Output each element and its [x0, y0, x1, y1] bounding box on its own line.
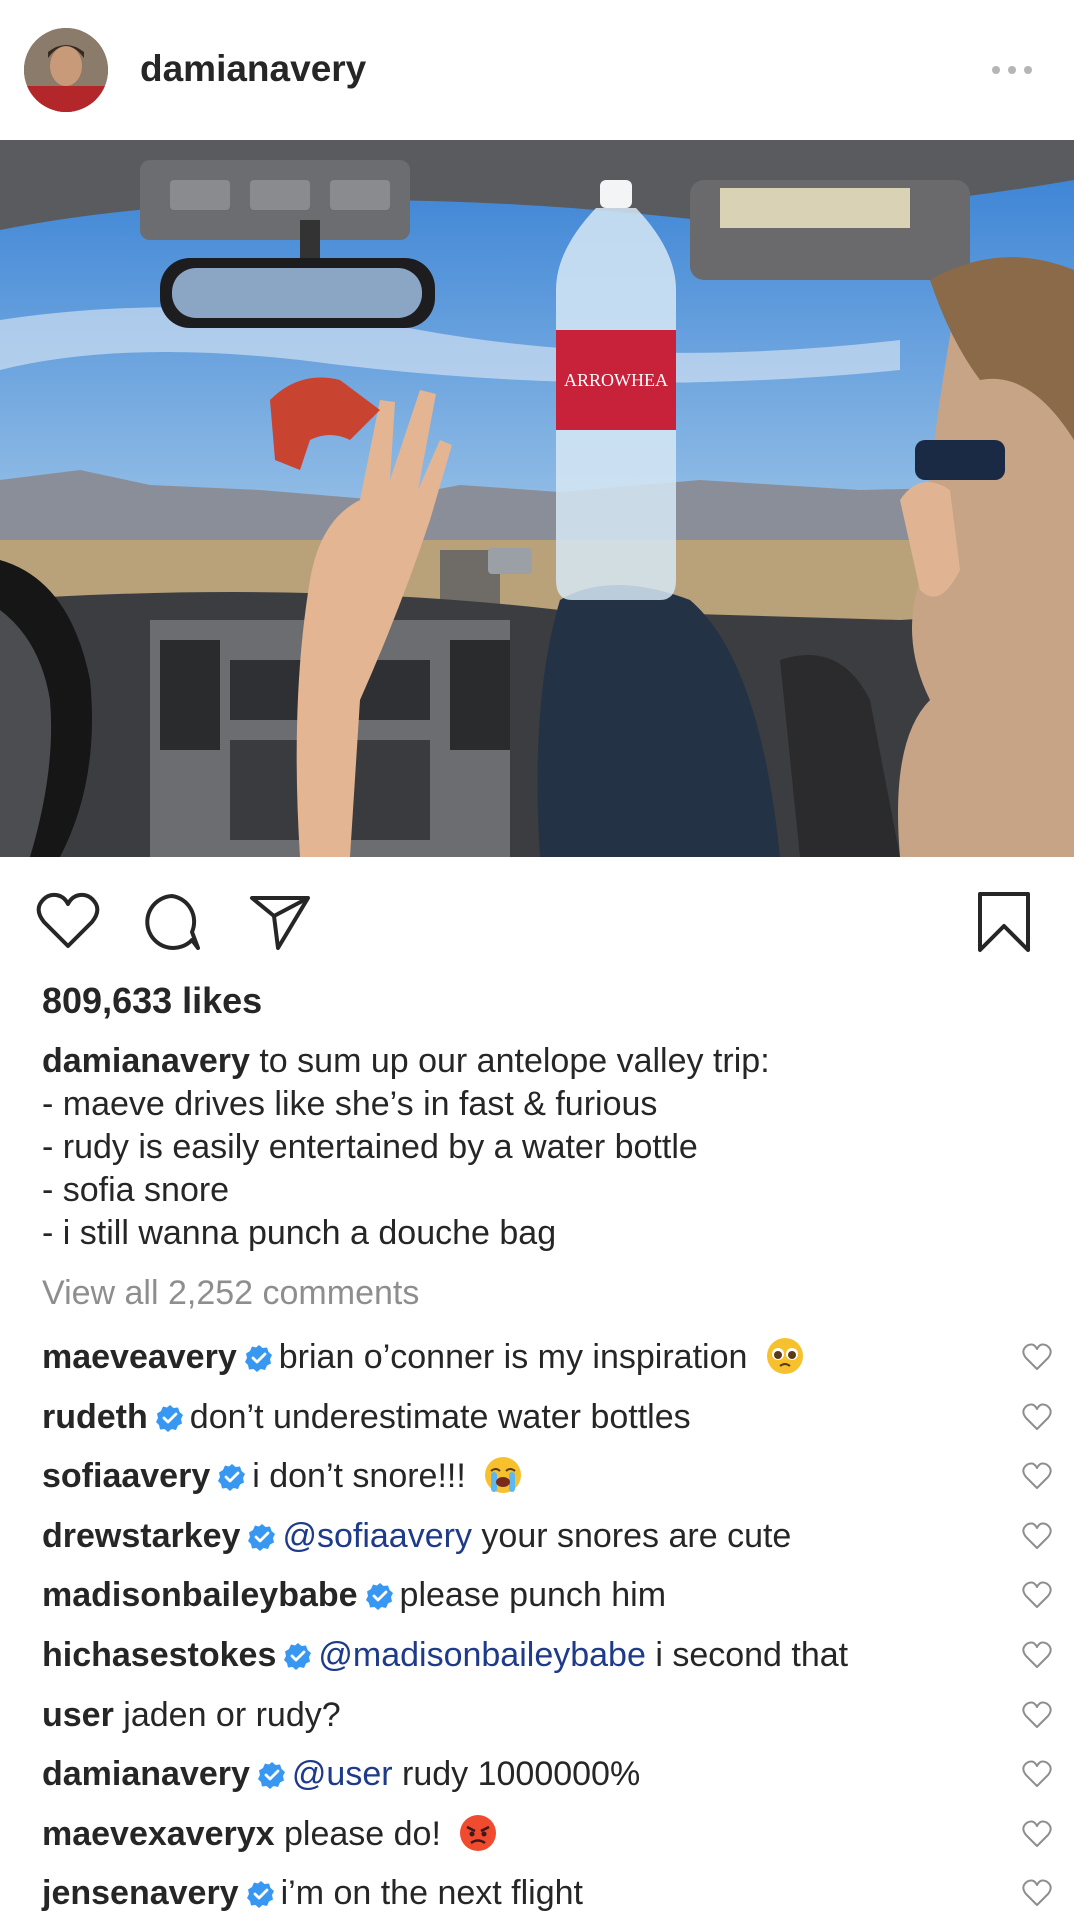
heart-outline-icon[interactable]: [1022, 1581, 1052, 1609]
heart-outline-icon[interactable]: [1022, 1879, 1052, 1907]
heart-outline-icon[interactable]: [1022, 1641, 1052, 1669]
comment-row: rudeth don’t underestimate water bottles: [42, 1388, 1052, 1448]
post-header: damianavery: [0, 0, 1074, 140]
verified-badge-icon: [257, 1762, 285, 1790]
comment-username[interactable]: maevexaveryx: [42, 1815, 275, 1853]
comment-text: i’m on the next flight: [280, 1874, 583, 1913]
post-caption: damianavery to sum up our antelope valle…: [42, 1040, 1042, 1255]
comment-text: rudy 1000000%: [402, 1755, 641, 1794]
comment-username[interactable]: rudeth: [42, 1398, 148, 1436]
verified-badge-icon: [365, 1583, 393, 1611]
comment-mention[interactable]: @sofiaavery: [282, 1517, 471, 1555]
comment-text: please punch him: [399, 1576, 667, 1615]
comment-username[interactable]: hichasestokes: [42, 1636, 276, 1674]
heart-outline-icon[interactable]: [1022, 1403, 1052, 1431]
heart-outline-icon[interactable]: [1022, 1701, 1052, 1729]
action-bar: [0, 890, 1074, 960]
angry-face-icon: [460, 1814, 497, 1851]
comment-username[interactable]: sofiaavery: [42, 1457, 210, 1495]
caption-line: - rudy is easily entertained by a water …: [42, 1128, 698, 1166]
comment-username[interactable]: jensenavery: [42, 1874, 239, 1912]
caption-line: - maeve drives like she’s in fast & furi…: [42, 1085, 658, 1123]
caption-line: - i still wanna punch a douche bag: [42, 1214, 557, 1252]
comment-username[interactable]: drewstarkey: [42, 1517, 240, 1555]
caption-line: - sofia snore: [42, 1171, 230, 1209]
comment-row: user jaden or rudy?: [42, 1686, 1052, 1746]
comment-row: jensenavery i’m on the next flight: [42, 1864, 1052, 1924]
heart-outline-icon[interactable]: [36, 892, 100, 955]
post-username[interactable]: damianavery: [140, 48, 366, 90]
heart-outline-icon[interactable]: [1022, 1522, 1052, 1550]
comment-username[interactable]: damianavery: [42, 1755, 250, 1793]
comment-username[interactable]: user: [42, 1696, 114, 1734]
comment-username[interactable]: maeveavery: [42, 1338, 237, 1376]
view-all-comments-link[interactable]: View all 2,252 comments: [42, 1274, 419, 1313]
comment-row: hichasestokes @madisonbaileybabe i second…: [42, 1626, 1052, 1686]
pleading-face-icon: [766, 1338, 803, 1374]
comment-text: don’t underestimate water bottles: [189, 1397, 691, 1436]
speech-bubble-icon[interactable]: [142, 892, 202, 957]
comment-row: drewstarkey @sofiaavery your snores are c…: [42, 1507, 1052, 1567]
verified-badge-icon: [244, 1345, 272, 1372]
verified-badge-icon: [246, 1881, 274, 1909]
comment-row: maevexaveryx please do!: [42, 1805, 1052, 1865]
comment-text: i don’t snore!!!: [252, 1457, 466, 1496]
comment-text: please do!: [284, 1814, 441, 1853]
caption-username[interactable]: damianavery: [42, 1042, 250, 1080]
bookmark-icon[interactable]: [976, 890, 1032, 959]
verified-badge-icon: [155, 1404, 183, 1432]
heart-outline-icon[interactable]: [1022, 1343, 1052, 1371]
avatar[interactable]: [24, 28, 108, 112]
comment-row: damianavery @user rudy 1000000%: [42, 1745, 1052, 1805]
verified-badge-icon: [218, 1464, 246, 1492]
heart-outline-icon[interactable]: [1022, 1760, 1052, 1788]
comment-username[interactable]: madisonbaileybabe: [42, 1576, 358, 1614]
comment-text: jaden or rudy?: [123, 1695, 341, 1734]
comment-mention[interactable]: @user: [292, 1755, 393, 1793]
caption-first-line: to sum up our antelope valley trip:: [249, 1042, 770, 1080]
comment-text: your snores are cute: [481, 1516, 792, 1555]
loudly-crying-face-icon: [485, 1457, 522, 1494]
comment-text: i second that: [655, 1635, 849, 1674]
comments-list: maeveavery brian o’conner is my inspirati…: [42, 1328, 1052, 1924]
comment-text: brian o’conner is my inspiration: [278, 1338, 748, 1376]
bottle-label: ARROWHEA: [564, 370, 668, 390]
comment-row: madisonbaileybabe please punch him: [42, 1566, 1052, 1626]
verified-badge-icon: [284, 1642, 312, 1670]
comment-mention[interactable]: @madisonbaileybabe: [318, 1636, 646, 1674]
more-options-icon[interactable]: [986, 54, 1038, 86]
comment-row: sofiaavery i don’t snore!!!: [42, 1447, 1052, 1507]
likes-count[interactable]: 809,633 likes: [42, 980, 262, 1022]
comment-row: maeveavery brian o’conner is my inspirati…: [42, 1328, 1052, 1388]
verified-badge-icon: [248, 1523, 276, 1551]
post-photo[interactable]: ARROWHEA: [0, 140, 1074, 857]
heart-outline-icon[interactable]: [1022, 1820, 1052, 1848]
heart-outline-icon[interactable]: [1022, 1462, 1052, 1490]
paper-plane-icon[interactable]: [248, 892, 312, 957]
